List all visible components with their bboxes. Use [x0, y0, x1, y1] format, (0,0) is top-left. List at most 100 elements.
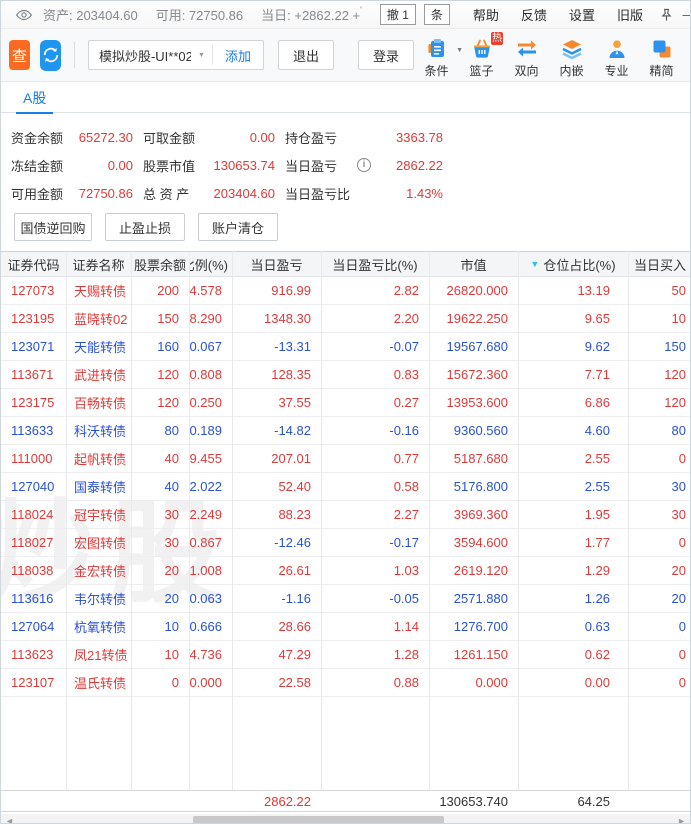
column-header[interactable]: 当日盈亏	[232, 252, 321, 276]
table-cell: -13.31	[232, 333, 321, 360]
column-header[interactable]: 比例(%)	[189, 252, 232, 276]
table-row[interactable]: 113616韦尔转债20-0.063-1.16-0.052571.8801.26…	[1, 585, 690, 613]
table-cell: 10	[628, 305, 691, 332]
table-row[interactable]: 118024冠宇转债302.24988.232.273969.3601.9530	[1, 501, 690, 529]
table-cell: 123175	[1, 389, 66, 416]
table-cell: -0.189	[189, 417, 232, 444]
add-account-link[interactable]: 添加	[213, 46, 263, 65]
table-cell: 118027	[1, 529, 66, 556]
table-cell: 80	[628, 417, 691, 444]
table-cell: 4.736	[189, 641, 232, 668]
table-row[interactable]: 123195蓝晓转021508.2901348.302.2019622.2509…	[1, 305, 690, 333]
summary-value: 1.43%	[351, 186, 443, 201]
eye-icon[interactable]	[15, 8, 33, 22]
tool-basket[interactable]: 热篮子	[459, 38, 504, 79]
tool-label: 双向	[514, 62, 538, 79]
title-bar: 资产: 203404.60 可用: 72750.86 当日: +2862.22 …	[1, 1, 690, 29]
btn-stop-profit-loss[interactable]: 止盈止损	[105, 213, 185, 241]
column-header[interactable]: ▼仓位占比(%)	[518, 252, 628, 276]
tool-label: 条件	[424, 62, 448, 79]
query-button[interactable]: 查	[9, 40, 30, 70]
table-cell: -0.063	[189, 585, 232, 612]
column-header[interactable]: 股票余额	[131, 252, 189, 276]
info-icon[interactable]: i	[357, 158, 371, 172]
table-cell: 宏图转债	[66, 529, 131, 556]
table-row[interactable]: 113633科沃转债80-0.189-14.82-0.169360.5604.6…	[1, 417, 690, 445]
table-cell: 0.83	[321, 361, 429, 388]
table-cell: 40	[131, 445, 189, 472]
logout-button[interactable]: 退出	[278, 40, 334, 70]
tool-label: 内嵌	[559, 62, 583, 79]
table-row[interactable]: 127064杭氧转债10-0.66628.661.141276.7000.630	[1, 613, 690, 641]
login-button[interactable]: 登录	[358, 40, 414, 70]
table-row[interactable]: 113671武进转债1200.808128.350.8315672.3607.7…	[1, 361, 690, 389]
toolbar-tools: ▼条件热篮子双向 内嵌专业精简	[414, 32, 684, 79]
table-cell: 118038	[1, 557, 66, 584]
menu-settings[interactable]: 设置	[569, 5, 595, 24]
table-cell: 120	[628, 389, 691, 416]
account-dropdown[interactable]: 模拟炒股-UI**02 ▼ 添加	[88, 40, 264, 70]
positions-table: 证券代码证券名称股票余额比例(%)当日盈亏当日盈亏比(%)市值▼仓位占比(%)当…	[1, 251, 690, 812]
scroll-right-arrow[interactable]: ►	[677, 816, 686, 824]
column-header[interactable]: 市值	[429, 252, 518, 276]
summary-label: 资金余额	[11, 128, 75, 147]
table-cell: -0.17	[321, 529, 429, 556]
table-header: 证券代码证券名称股票余额比例(%)当日盈亏当日盈亏比(%)市值▼仓位占比(%)当…	[1, 251, 690, 277]
table-cell: 9.65	[518, 305, 628, 332]
tool-two-way[interactable]: 双向	[504, 38, 549, 79]
table-row[interactable]: 118038金宏转债201.00826.611.032619.1201.2920	[1, 557, 690, 585]
menu-help[interactable]: 帮助	[473, 5, 499, 24]
table-cell: 19622.250	[429, 305, 518, 332]
table-cell: -1.16	[232, 585, 321, 612]
table-cell: 3969.360	[429, 501, 518, 528]
btn-reverse-repo[interactable]: 国债逆回购	[14, 213, 92, 241]
tool-condition[interactable]: ▼条件	[414, 38, 459, 79]
column-header[interactable]: 证券名称	[66, 252, 131, 276]
menu-old-version[interactable]: 旧版	[617, 5, 643, 24]
refresh-button[interactable]	[40, 40, 61, 71]
column-header[interactable]: 证券代码	[1, 252, 66, 276]
table-row[interactable]: 123107温氏转债00.00022.580.880.0000.000	[1, 669, 690, 697]
table-cell: 123071	[1, 333, 66, 360]
minimize-button[interactable]: —	[679, 7, 691, 22]
tiao-button[interactable]: 条	[424, 4, 450, 25]
tool-professional[interactable]: 专业	[594, 38, 639, 79]
table-row[interactable]: 123175百畅转债1200.25037.550.2713953.6006.86…	[1, 389, 690, 417]
hot-badge: 热	[491, 32, 503, 45]
table-cell: 28.66	[232, 613, 321, 640]
table-cell: 22.58	[232, 669, 321, 696]
pin-icon[interactable]	[660, 8, 673, 22]
table-cell: 128.35	[232, 361, 321, 388]
table-cell: 0.808	[189, 361, 232, 388]
table-cell: 金宏转债	[66, 557, 131, 584]
table-row[interactable]: 111000起帆转债409.455207.010.775187.6802.550	[1, 445, 690, 473]
column-header[interactable]: 当日盈亏比(%)	[321, 252, 429, 276]
table-row[interactable]: 118027宏图转债300.867-12.46-0.173594.6001.77…	[1, 529, 690, 557]
table-row[interactable]: 123071天能转债160-0.067-13.31-0.0719567.6809…	[1, 333, 690, 361]
table-cell: -0.05	[321, 585, 429, 612]
btn-clear-account[interactable]: 账户清仓	[198, 213, 278, 241]
menu-feedback[interactable]: 反馈	[521, 5, 547, 24]
table-row[interactable]: 127040国泰转债40-2.02252.400.585176.8002.553…	[1, 473, 690, 501]
asset-available: 可用: 72750.86	[156, 5, 243, 24]
scrollbar-thumb[interactable]	[193, 816, 444, 824]
table-cell: 5187.680	[429, 445, 518, 472]
table-cell: 0.27	[321, 389, 429, 416]
column-header[interactable]: 当日买入	[628, 252, 691, 276]
revoke-button[interactable]: 撤 1	[380, 4, 416, 25]
table-row[interactable]: 127073天赐转债2004.578916.992.8226820.00013.…	[1, 277, 690, 305]
chevron-down-icon: ▼	[191, 52, 212, 59]
arrows-icon	[515, 38, 539, 60]
tool-simple[interactable]: 精简	[639, 38, 684, 79]
summary-label: 持仓盈亏	[285, 128, 351, 147]
table-row[interactable]: 113623凤21转债104.73647.291.281261.1500.620	[1, 641, 690, 669]
tool-embed[interactable]: 内嵌	[549, 38, 594, 79]
scroll-left-arrow[interactable]: ◄	[5, 816, 14, 824]
summary-label: 可取金额	[143, 128, 207, 147]
table-cell: 120	[131, 389, 189, 416]
tab-a-shares[interactable]: A股	[16, 82, 53, 114]
table-cell: 韦尔转债	[66, 585, 131, 612]
horizontal-scrollbar[interactable]: ◄ ►	[1, 814, 690, 824]
table-cell: 127073	[1, 277, 66, 304]
summary-item: 当日盈亏比1.43%	[285, 179, 443, 207]
